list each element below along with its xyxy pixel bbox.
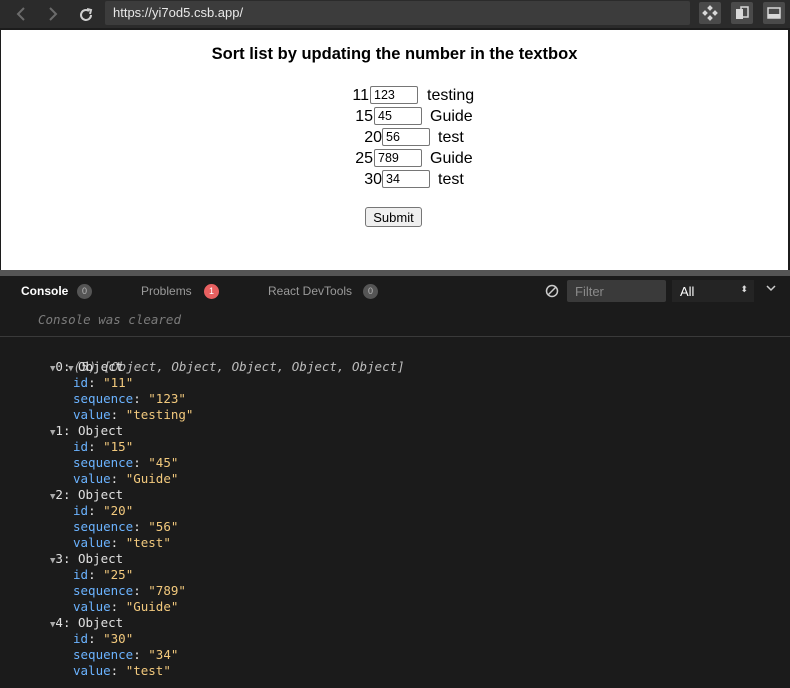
object-property: id: "25" [73, 567, 134, 582]
object-property: id: "30" [73, 631, 134, 646]
object-node[interactable]: ▼4: Object [50, 615, 123, 631]
sequence-input[interactable] [374, 107, 422, 125]
object-property: value: "Guide" [73, 599, 179, 614]
object-property: value: "Guide" [73, 471, 179, 486]
devtools-panel: Console 0 Problems 1 React DevTools 0 Al… [0, 276, 790, 688]
problems-count-badge: 1 [204, 284, 219, 299]
item-value: testing [427, 87, 475, 104]
object-property: value: "test" [73, 535, 171, 550]
object-property: id: "20" [73, 503, 134, 518]
filter-input[interactable] [567, 280, 666, 302]
console-count-badge: 0 [77, 284, 92, 299]
object-property: sequence: "789" [73, 583, 186, 598]
object-node[interactable]: ▼0: Object [50, 359, 123, 375]
item-id: 11 [352, 87, 369, 104]
tab-react-devtools[interactable]: React DevTools [268, 284, 352, 298]
item-value: test [438, 129, 464, 146]
item-id: 25 [355, 150, 373, 167]
object-node[interactable]: ▼3: Object [50, 551, 123, 567]
refresh-icon[interactable] [75, 3, 97, 25]
list-item: 30 test [1, 170, 788, 191]
address-bar[interactable]: https://yi7od5.csb.app/ [105, 1, 690, 25]
console-log-entry[interactable]: ▼(5) [Object, Object, Object, Object, Ob… [38, 343, 405, 374]
devtools-tabs: Console 0 Problems 1 React DevTools 0 Al… [0, 276, 790, 306]
sequence-input[interactable] [382, 128, 430, 146]
tab-problems[interactable]: Problems [141, 284, 192, 298]
submit-button[interactable]: Submit [365, 207, 422, 227]
object-property: sequence: "45" [73, 455, 179, 470]
item-id: 15 [355, 108, 373, 125]
list-item: 25 Guide [1, 149, 788, 170]
sequence-input[interactable] [370, 86, 418, 104]
url-text: https://yi7od5.csb.app/ [113, 5, 244, 20]
react-devtools-count-badge: 0 [363, 284, 378, 299]
item-value: Guide [430, 150, 473, 167]
item-id: 30 [364, 171, 382, 188]
up-down-arrows-icon: ⬍ [740, 284, 748, 294]
object-property: sequence: "34" [73, 647, 179, 662]
page-title: Sort list by updating the number in the … [211, 45, 578, 63]
console-separator [0, 336, 790, 337]
sequence-input[interactable] [374, 149, 422, 167]
diamond-grid-icon[interactable] [699, 2, 721, 24]
object-property: id: "11" [73, 375, 134, 390]
object-property: sequence: "123" [73, 391, 186, 406]
object-node[interactable]: ▼2: Object [50, 487, 123, 503]
item-value: Guide [430, 108, 473, 125]
object-property: value: "test" [73, 663, 171, 678]
log-level-value: All [680, 284, 695, 299]
split-view-icon[interactable] [731, 2, 753, 24]
chevron-down-icon[interactable] [766, 284, 776, 295]
list-item: 20 test [1, 128, 788, 149]
object-property: id: "15" [73, 439, 134, 454]
back-icon[interactable] [10, 3, 32, 25]
clear-console-icon[interactable] [545, 284, 559, 303]
window-icon[interactable] [763, 2, 785, 24]
object-node[interactable]: ▼1: Object [50, 423, 123, 439]
list-item: 11 testing [1, 86, 788, 107]
browser-toolbar: https://yi7od5.csb.app/ [0, 0, 790, 28]
sequence-input[interactable] [382, 170, 430, 188]
object-property: sequence: "56" [73, 519, 179, 534]
forward-icon[interactable] [42, 3, 64, 25]
tab-console[interactable]: Console [21, 284, 68, 298]
console-cleared-message: Console was cleared [38, 312, 181, 327]
item-value: test [438, 171, 464, 188]
item-id: 20 [364, 129, 382, 146]
object-property: value: "testing" [73, 407, 194, 422]
list-item: 15 Guide [1, 107, 788, 128]
preview-pane: Sort list by updating the number in the … [1, 30, 788, 270]
log-level-select[interactable]: All ⬍ [672, 280, 754, 302]
